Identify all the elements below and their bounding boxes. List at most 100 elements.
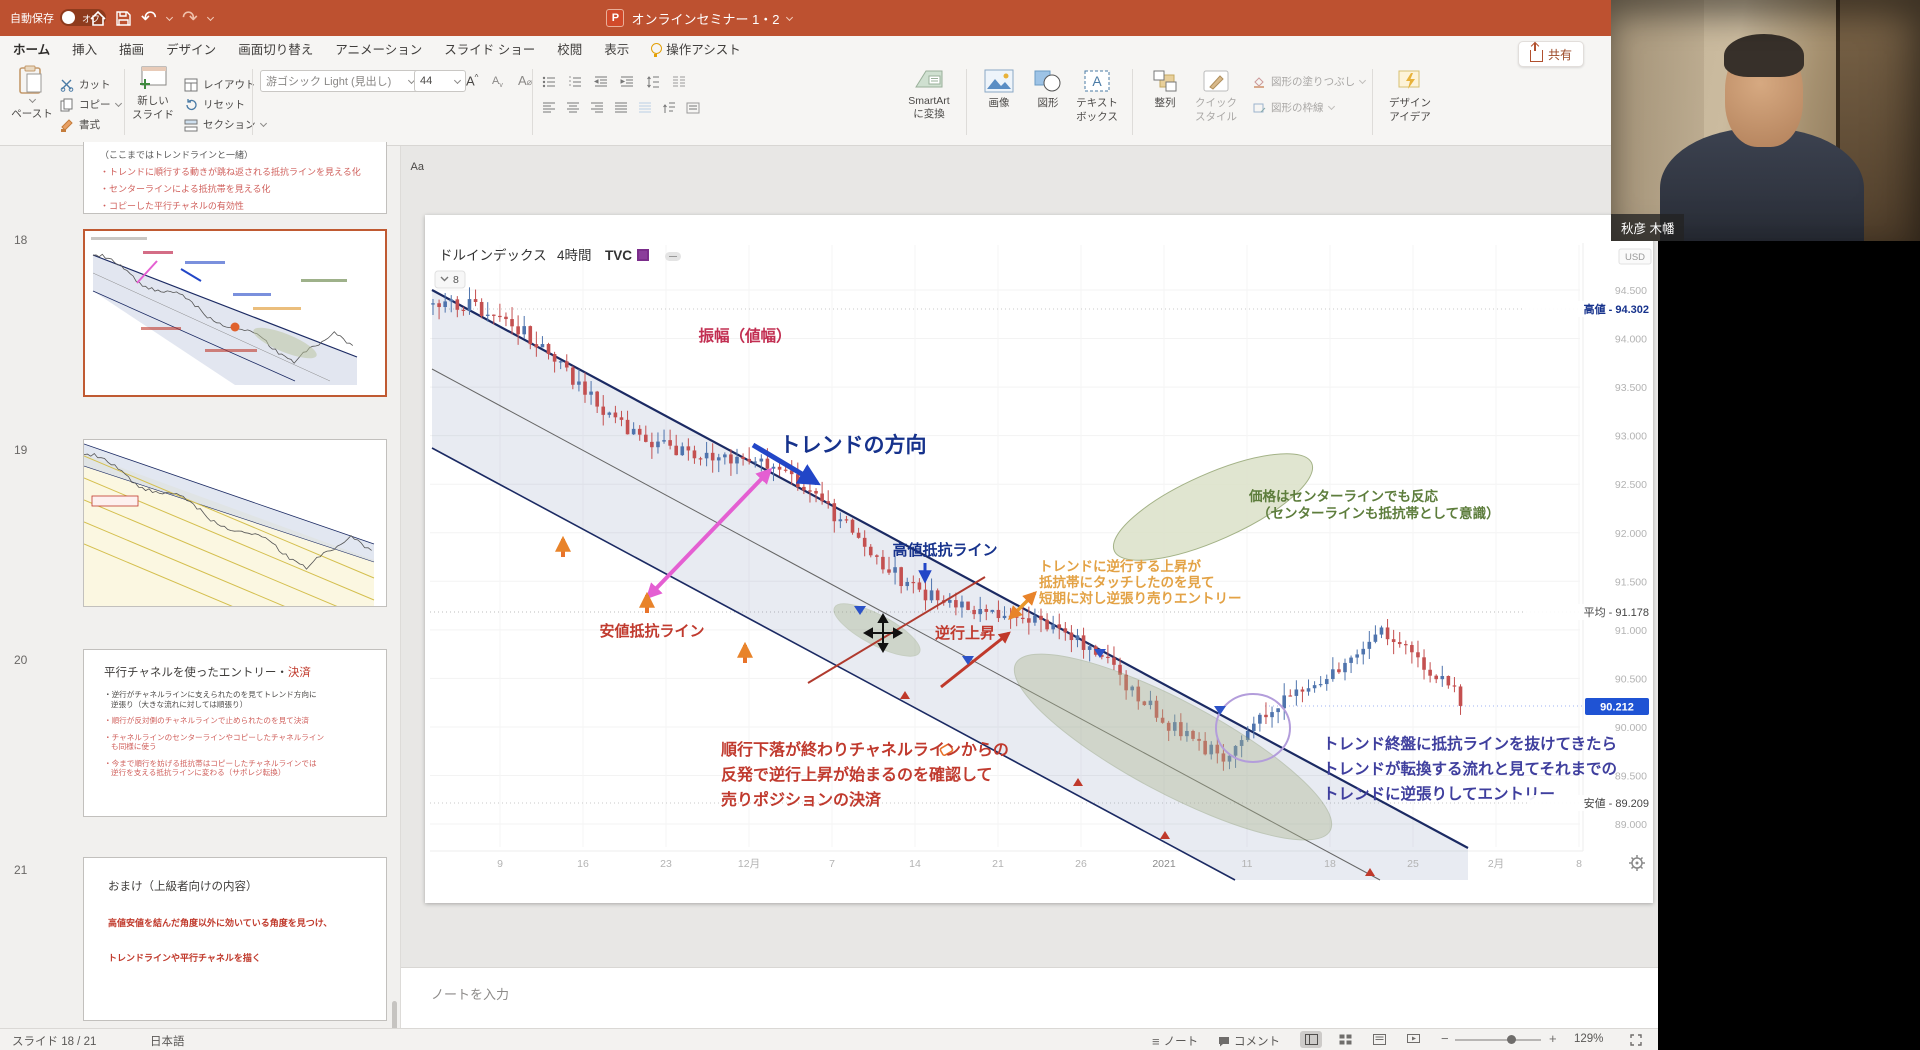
paste-button[interactable]: ペースト (8, 65, 56, 121)
svg-text:16: 16 (577, 858, 589, 870)
chart-exchange[interactable]: TVC (605, 248, 632, 263)
tab-5[interactable]: アニメーション (334, 36, 423, 61)
zoom-in-button[interactable]: + (1549, 1032, 1557, 1045)
svg-text:トレンドに逆張りしてエントリー: トレンドに逆張りしてエントリー (1323, 784, 1555, 803)
low-resistance-label[interactable]: 安値抵抗ライン (599, 622, 704, 640)
document-title-area[interactable]: P オンラインセミナー 1・2 (0, 0, 1398, 36)
thumbnail-slide20[interactable]: 平行チャネルを使ったエントリー・決済 ・逆行がチャネルラインに支えられたのを見て… (83, 649, 387, 817)
chart-settings-gear-icon[interactable] (1629, 855, 1645, 871)
tab-7[interactable]: 校閲 (556, 36, 583, 61)
low-price-tag: 安値 - 89.209 (1529, 795, 1653, 811)
section-dropdown-icon[interactable] (259, 119, 267, 128)
increase-font-button[interactable]: A^ (466, 73, 478, 88)
view-grid-button[interactable] (1334, 1031, 1356, 1048)
view-slideshow-button[interactable] (1402, 1031, 1424, 1048)
thumbnail-slide21[interactable]: おまけ（上級者向けの内容） 高値安値を結んだ角度以外に効いている角度を見つけ、 … (83, 857, 387, 1021)
paste-dropdown-icon[interactable] (28, 95, 36, 104)
insert-image-button[interactable]: 画像 (976, 69, 1022, 110)
line-spacing-icon[interactable] (646, 75, 660, 89)
align-center-icon[interactable] (566, 101, 580, 115)
layout-button[interactable]: レイアウト (184, 76, 267, 93)
navy-reversal-note[interactable]: トレンド終盤に抵抗ラインを抜けてきたら トレンドが転換する流れと見てそれまでの … (1323, 734, 1617, 803)
copy-dropdown-icon[interactable] (114, 99, 122, 108)
chart-symbol[interactable]: ドルインデックス (439, 247, 547, 263)
zoom-percentage[interactable]: 129% (1574, 1033, 1603, 1045)
view-reading-button[interactable] (1368, 1031, 1390, 1048)
notes-toggle[interactable]: ≡ ノート (1152, 1033, 1198, 1049)
counter-rise-label[interactable]: 逆行上昇 (935, 624, 995, 642)
tab-6[interactable]: スライド ショー (443, 36, 536, 61)
indent-decrease-icon[interactable] (594, 75, 608, 89)
cut-button[interactable]: カット (60, 76, 111, 93)
language-indicator[interactable]: 日本語 (150, 1033, 185, 1049)
section-button[interactable]: セクション (184, 116, 267, 133)
tab-1[interactable]: 挿入 (71, 36, 98, 61)
thumbnail-slide19[interactable] (83, 439, 387, 607)
tab-4[interactable]: 画面切り替え (237, 36, 314, 61)
numbered-list-icon[interactable] (568, 75, 582, 89)
zoom-slider-knob[interactable] (1507, 1035, 1516, 1044)
columns-icon[interactable] (672, 75, 686, 89)
insert-shapes-button[interactable]: 図形 (1025, 69, 1071, 110)
slide-canvas[interactable]: 振幅（値幅） トレンドの方向 高値抵抗ライン 安値抵抗ライン 逆行上昇 トレンド… (425, 215, 1653, 903)
bullet-list-icon[interactable] (542, 75, 556, 89)
notes-pane[interactable]: ノートを入力 (401, 967, 1658, 1029)
red-exit-note[interactable]: 順行下落が終わりチャネルラインからの 反発で逆行上昇が始まるのを確認して 売りポ… (720, 740, 1009, 809)
notes-placeholder: ノートを入力 (431, 987, 510, 1002)
high-resistance-label[interactable]: 高値抵抗ライン (892, 541, 997, 559)
align-right-icon[interactable] (590, 101, 604, 115)
thumbnail-slide18[interactable] (83, 229, 387, 397)
tab-8[interactable]: 表示 (603, 36, 630, 61)
indent-increase-icon[interactable] (620, 75, 634, 89)
svg-text:2021: 2021 (1152, 858, 1176, 870)
shape-outline-button[interactable]: 図形の枠線 (1252, 99, 1335, 116)
tab-0[interactable]: ホーム (12, 36, 52, 64)
orange-entry-note[interactable]: トレンドに逆行する上昇が 抵抗帯にタッチしたのを見て 短期に対し逆張り売りエント… (1039, 558, 1242, 606)
channel-upper-line[interactable] (431, 289, 1469, 849)
share-button[interactable]: 共有 (1518, 41, 1584, 67)
tab-2[interactable]: 描画 (118, 36, 145, 61)
svg-text:93.500: 93.500 (1615, 382, 1647, 394)
zoom-out-button[interactable]: − (1441, 1032, 1449, 1045)
align-left-icon[interactable] (542, 101, 556, 115)
design-ideas-button[interactable]: デザイン アイデア (1382, 69, 1438, 124)
shape-fill-button[interactable]: 図形の塗りつぶし (1252, 73, 1367, 90)
shape-outline-label: 図形の枠線 (1271, 102, 1324, 114)
comments-toggle[interactable]: コメント (1218, 1033, 1280, 1049)
chart-timeframe[interactable]: 4時間 (557, 248, 592, 263)
title-dropdown-icon[interactable] (785, 13, 793, 21)
thumbnail-slide17-partial[interactable]: （ここまではトレンドラインと一緒） ・トレンドに順行する動きが跳ね返される抵抗ライ… (83, 142, 387, 214)
amplitude-label[interactable]: 振幅（値幅） (698, 326, 791, 345)
font-size-select[interactable]: 44 (414, 70, 466, 92)
smartart-convert-button[interactable]: SmartArt に変換 (900, 67, 958, 121)
zoom-slider[interactable] (1455, 1035, 1541, 1044)
new-slide-button[interactable]: 新しい スライド (130, 65, 176, 122)
view-normal-button[interactable] (1300, 1031, 1322, 1048)
clear-format-button[interactable]: A⌀ (518, 73, 532, 88)
distribute-icon[interactable] (638, 101, 652, 115)
trend-direction-label[interactable]: トレンドの方向 (780, 433, 927, 457)
green-centerline-note[interactable]: 価格はセンターラインでも反応 （センターラインも抵抗帯として意識） (1248, 488, 1500, 521)
quick-styles-button[interactable]: クイック スタイル (1190, 69, 1242, 124)
shape-fill-label: 図形の塗りつぶし (1271, 76, 1356, 88)
align-text-icon[interactable] (686, 101, 700, 115)
font-style-button-Aa[interactable]: Aa (411, 161, 424, 173)
copy-button[interactable]: コピー (60, 96, 122, 113)
insert-textbox-button[interactable]: A テキスト ボックス (1072, 69, 1122, 124)
justify-icon[interactable] (614, 101, 628, 115)
slide17-line-3: ・コピーした平行チャネルの有効性 (100, 201, 244, 211)
arrange-button[interactable]: 整列 (1142, 69, 1188, 110)
candle-count-button[interactable] (434, 270, 466, 289)
slide21-content: おまけ（上級者向けの内容） 高値安値を結んだ角度以外に効いている角度を見つけ、 … (84, 858, 386, 964)
text-direction-icon[interactable] (662, 101, 676, 115)
reset-button[interactable]: リセット (184, 96, 245, 113)
quick-styles-label1: クイック (1195, 97, 1237, 109)
font-name-select[interactable]: 游ゴシック Light (見出し) (260, 70, 420, 92)
tab-3[interactable]: デザイン (165, 36, 217, 61)
decrease-font-button[interactable]: Av (492, 75, 503, 89)
svg-text:9: 9 (497, 858, 503, 870)
tab-9[interactable]: 操作アシスト (650, 36, 742, 61)
webcam-tile[interactable]: 秋彦 木幡 (1611, 0, 1920, 241)
format-painter-button[interactable]: 書式 (60, 116, 100, 133)
fit-slide-button[interactable] (1630, 1034, 1642, 1049)
